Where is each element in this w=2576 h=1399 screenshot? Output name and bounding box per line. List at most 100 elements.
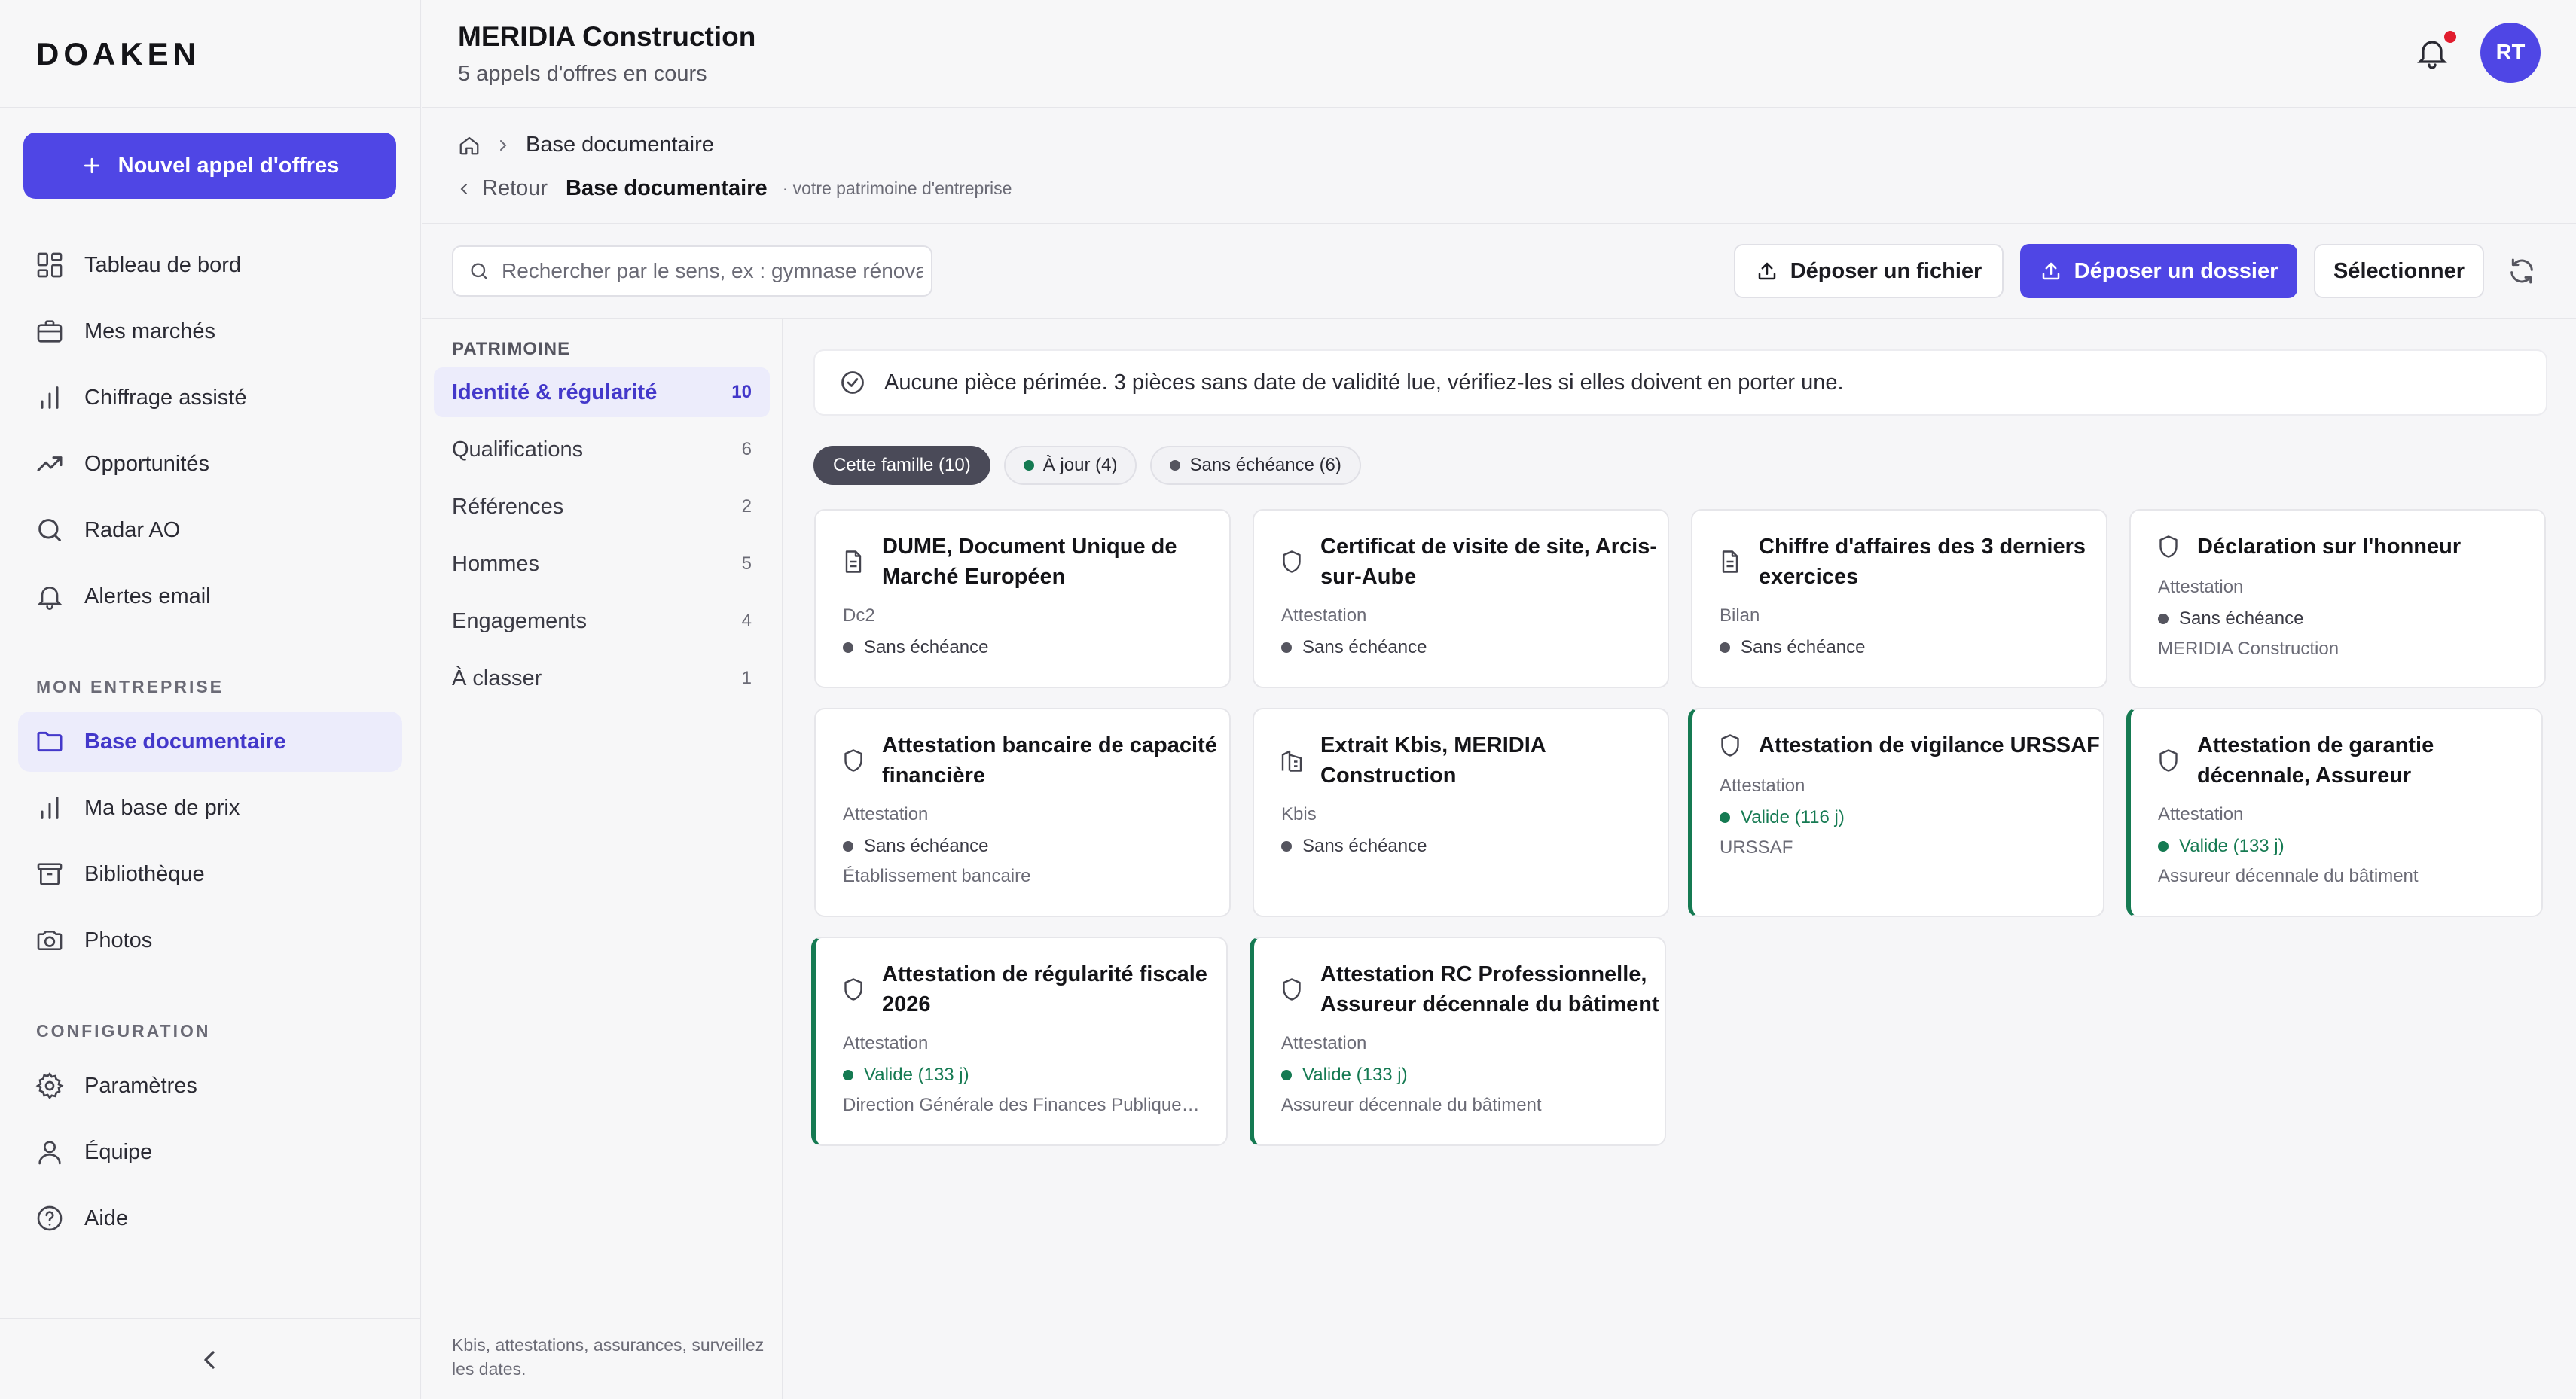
nav-price-base[interactable]: Ma base de prix: [18, 778, 402, 838]
upload-folder-button[interactable]: Déposer un dossier: [2020, 244, 2297, 298]
new-tender-label: Nouvel appel d'offres: [118, 153, 340, 178]
folder-icon: [35, 727, 65, 757]
category-label: Références: [452, 494, 564, 519]
home-icon[interactable]: [458, 134, 481, 157]
status-dot: [843, 1070, 853, 1080]
status-dot: [1281, 1070, 1292, 1080]
category-references[interactable]: Références 2: [434, 482, 770, 532]
filter-label: Sans échéance (6): [1189, 455, 1341, 475]
nav-label: Radar AO: [84, 517, 181, 542]
semantic-search[interactable]: [452, 245, 932, 297]
document-type: Attestation: [1720, 776, 1805, 796]
filter-this-family[interactable]: Cette famille (10): [813, 446, 990, 485]
select-label: Sélectionner: [2333, 258, 2465, 283]
company-name: MERIDIA Construction: [458, 21, 756, 52]
gear-icon: [35, 1071, 65, 1101]
nav-settings[interactable]: Paramètres: [18, 1056, 402, 1116]
filter-chips: Cette famille (10) À jour (4) Sans échéa…: [813, 446, 1361, 485]
nav-help[interactable]: Aide: [18, 1188, 402, 1248]
document-card[interactable]: Déclaration sur l'honneur Attestation Sa…: [2129, 509, 2546, 688]
document-status: Valide (133 j): [843, 1065, 969, 1086]
briefcase-icon: [35, 316, 65, 346]
nav-dashboard[interactable]: Tableau de bord: [18, 235, 402, 295]
document-card[interactable]: DUME, Document Unique de Marché Européen…: [814, 509, 1231, 688]
notice-text: Aucune pièce périmée. 3 pièces sans date…: [884, 370, 1844, 395]
section-config-label: CONFIGURATION: [36, 1021, 211, 1041]
nav-radar[interactable]: Radar AO: [18, 500, 402, 560]
nav-my-markets[interactable]: Mes marchés: [18, 301, 402, 361]
select-button[interactable]: Sélectionner: [2314, 244, 2484, 298]
document-title: Attestation bancaire de capacité financi…: [882, 733, 1217, 788]
building-icon: [1278, 747, 1305, 774]
nav-team[interactable]: Équipe: [18, 1122, 402, 1182]
document-title: Attestation de garantie décennale, Assur…: [2197, 733, 2434, 788]
document-card[interactable]: Attestation de vigilance URSSAF Attestat…: [1688, 708, 2104, 917]
card-header: Attestation de garantie décennale, Assur…: [2155, 730, 2541, 791]
document-card[interactable]: Chiffre d'affaires des 3 derniers exerci…: [1691, 509, 2107, 688]
camera-icon: [35, 925, 65, 956]
category-panel: PATRIMOINE Identité & régularité 10 Qual…: [422, 319, 783, 1399]
status-label: Sans échéance: [864, 836, 989, 856]
document-status: Sans échéance: [843, 836, 988, 857]
document-card[interactable]: Attestation de garantie décennale, Assur…: [2126, 708, 2543, 917]
document-card[interactable]: Attestation bancaire de capacité financi…: [814, 708, 1231, 917]
nav-label: Base documentaire: [84, 729, 286, 754]
status-dot: [1720, 642, 1730, 653]
collapse-sidebar-button[interactable]: [194, 1345, 224, 1375]
upload-file-button[interactable]: Déposer un fichier: [1734, 244, 2004, 298]
nav-assisted-pricing[interactable]: Chiffrage assisté: [18, 367, 402, 428]
notification-badge: [2444, 31, 2456, 43]
document-card[interactable]: Attestation de régularité fiscale 2026 A…: [811, 937, 1228, 1146]
document-card[interactable]: Attestation RC Professionnelle, Assureur…: [1250, 937, 1666, 1146]
app-logo[interactable]: DOAKEN: [36, 36, 200, 72]
status-label: Sans échéance: [864, 637, 989, 657]
category-footer-hint: Kbis, attestations, assurances, surveill…: [452, 1335, 765, 1379]
card-header: Attestation de vigilance URSSAF: [1717, 730, 2103, 760]
chevron-left-icon: [460, 183, 467, 194]
status-dot: [843, 841, 853, 852]
document-type: Attestation: [2158, 804, 2244, 824]
document-issuer: Direction Générale des Finances Publique…: [843, 1095, 1200, 1115]
document-type: Attestation: [1281, 605, 1367, 626]
document-status: Sans échéance: [843, 637, 988, 658]
section-company-label: MON ENTREPRISE: [36, 677, 224, 696]
document-issuer: Assureur décennale du bâtiment: [2158, 866, 2419, 886]
category-to-classify[interactable]: À classer 1: [434, 654, 770, 703]
category-people[interactable]: Hommes 5: [434, 539, 770, 589]
nav-library[interactable]: Bibliothèque: [18, 844, 402, 904]
document-card[interactable]: Extrait Kbis, MERIDIA Construction Kbis …: [1253, 708, 1669, 917]
document-title: Déclaration sur l'honneur: [2197, 535, 2462, 559]
nav-document-base[interactable]: Base documentaire: [18, 712, 402, 772]
nav-label: Opportunités: [84, 451, 210, 476]
new-tender-button[interactable]: Nouvel appel d'offres: [23, 133, 396, 199]
document-card[interactable]: Certificat de visite de site, Arcis-sur-…: [1253, 509, 1669, 688]
status-label: Valide (133 j): [1302, 1065, 1408, 1085]
filter-up-to-date[interactable]: À jour (4): [1003, 446, 1137, 485]
category-label: Qualifications: [452, 437, 584, 462]
nav-photos[interactable]: Photos: [18, 910, 402, 971]
shield-icon: [2155, 747, 2182, 774]
category-commitments[interactable]: Engagements 4: [434, 596, 770, 646]
document-icon: [1717, 548, 1744, 575]
nav-label: Alertes email: [84, 584, 211, 608]
search-input[interactable]: [502, 259, 923, 283]
nav-opportunities[interactable]: Opportunités: [18, 434, 402, 494]
document-type: Attestation: [1281, 1033, 1367, 1053]
trending-up-icon: [35, 449, 65, 479]
user-avatar[interactable]: RT: [2480, 23, 2541, 83]
filter-no-expiry[interactable]: Sans échéance (6): [1150, 446, 1361, 485]
back-label: Retour: [482, 176, 548, 200]
upload-icon: [2042, 262, 2059, 280]
back-button[interactable]: Retour: [455, 176, 548, 201]
dashboard-icon: [35, 250, 65, 280]
document-type: Bilan: [1720, 605, 1760, 626]
card-header: Déclaration sur l'honneur: [2155, 532, 2544, 562]
category-qualifications[interactable]: Qualifications 6: [434, 425, 770, 474]
refresh-button[interactable]: [2507, 256, 2537, 286]
category-identity[interactable]: Identité & régularité 10: [434, 367, 770, 417]
document-title: Chiffre d'affaires des 3 derniers exerci…: [1759, 535, 2086, 589]
shield-icon: [2155, 533, 2182, 560]
tenders-in-progress: 5 appels d'offres en cours: [458, 62, 707, 86]
category-count: 10: [731, 382, 752, 402]
nav-email-alerts[interactable]: Alertes email: [18, 566, 402, 626]
